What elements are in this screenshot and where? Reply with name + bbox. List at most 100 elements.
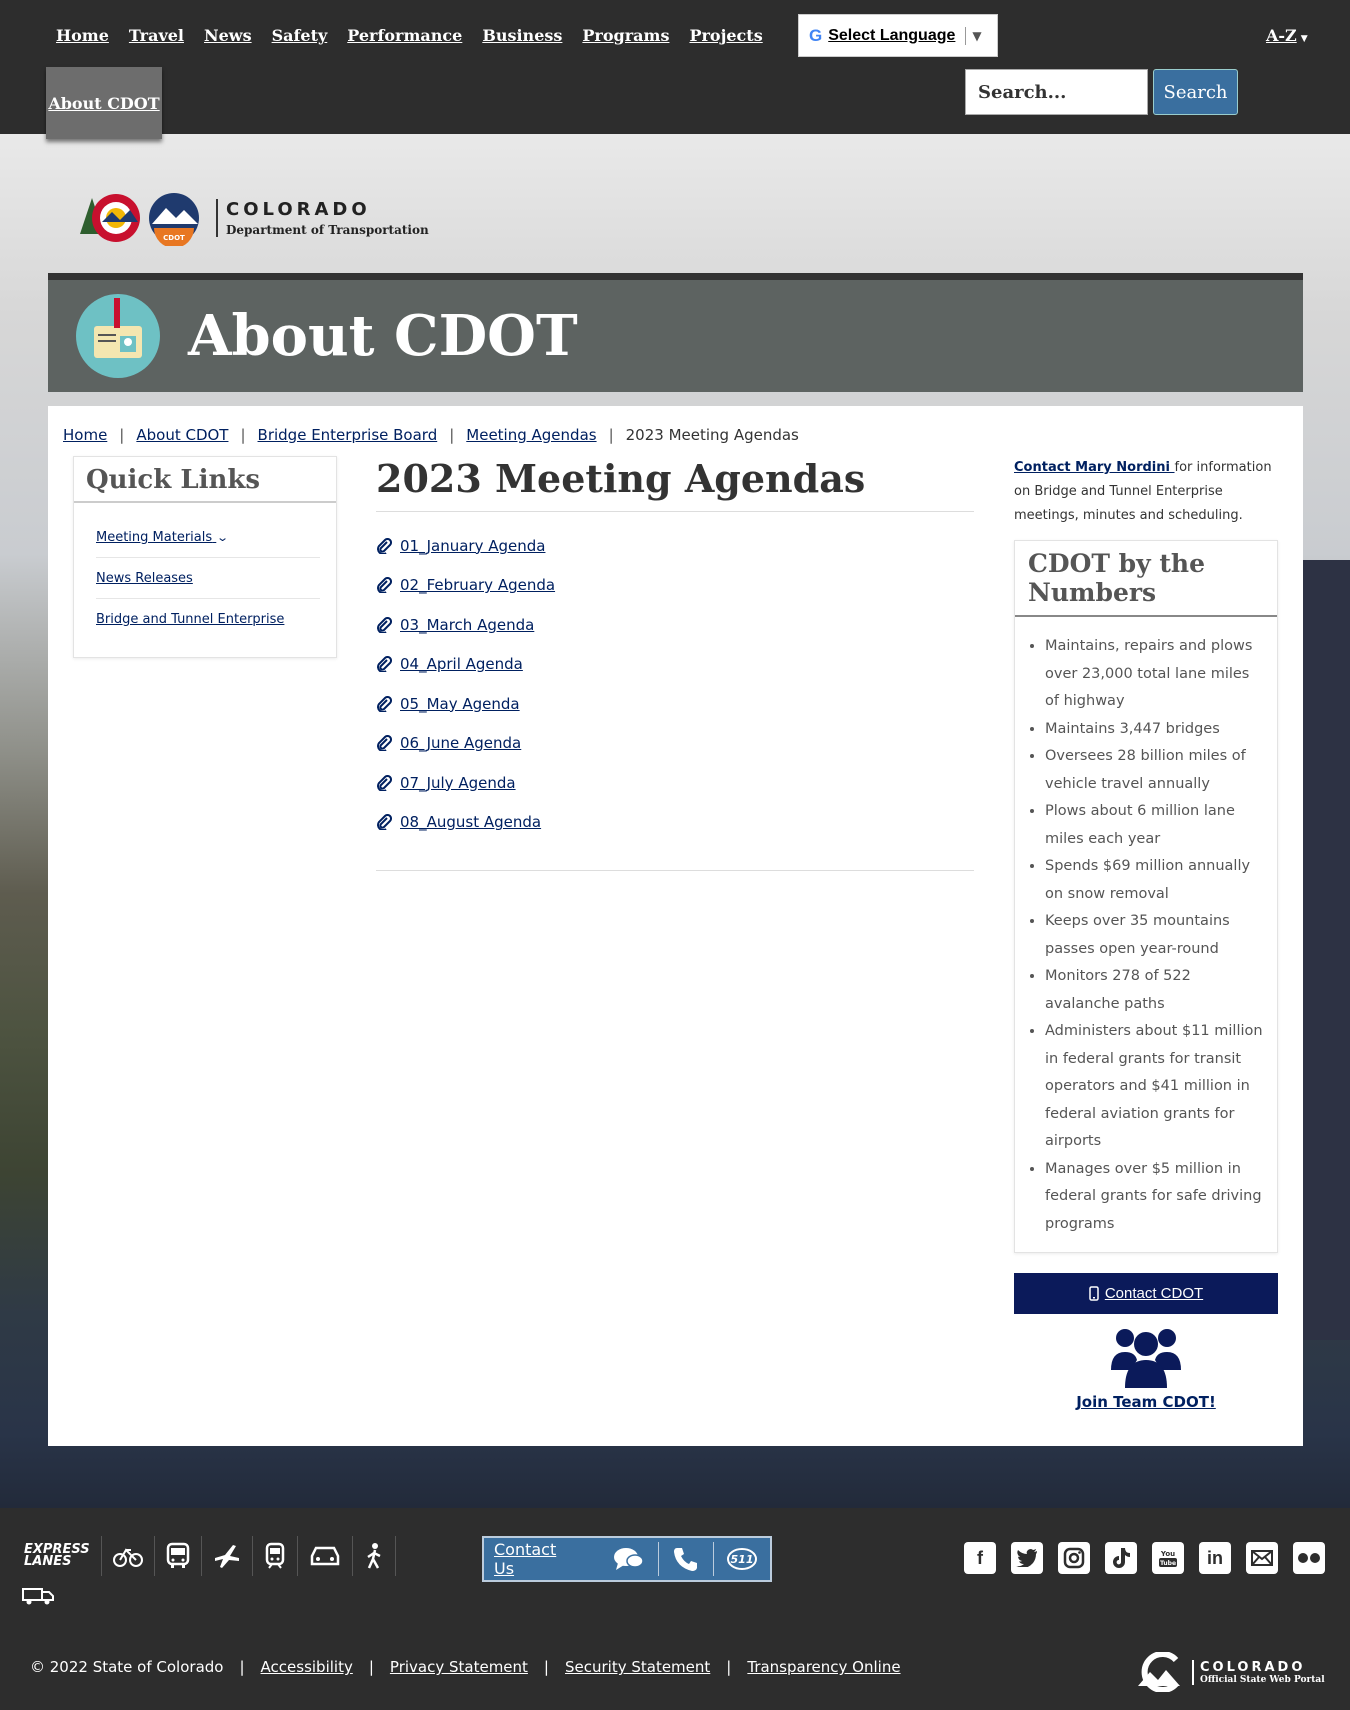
language-label[interactable]: Select Language (828, 27, 955, 45)
instagram-icon[interactable] (1058, 1542, 1090, 1574)
dropdown-arrow-icon[interactable]: ▼ (972, 29, 981, 43)
list-item: 05_May Agenda (376, 684, 974, 724)
paperclip-icon (377, 814, 392, 831)
logo-badge: CDOT (163, 234, 185, 242)
search-input[interactable] (965, 69, 1148, 115)
nav-performance[interactable]: Performance (347, 26, 462, 45)
top-navigation-bar: Home Travel News Safety Performance Busi… (0, 0, 1350, 139)
cdot-by-numbers-panel: CDOT by the Numbers Maintains, repairs a… (1014, 540, 1278, 1253)
page-banner: About CDOT (48, 273, 1303, 392)
airplane-icon[interactable] (202, 1536, 253, 1576)
tiktok-icon[interactable] (1105, 1542, 1137, 1574)
linkedin-icon[interactable]: in (1199, 1542, 1231, 1574)
nav-projects[interactable]: Projects (689, 26, 762, 45)
nav-travel[interactable]: Travel (129, 26, 184, 45)
join-team-cdot-link[interactable]: Join Team CDOT! (1076, 1393, 1216, 1411)
quick-link-news-releases[interactable]: News Releases (96, 571, 193, 586)
car-icon[interactable] (298, 1536, 353, 1576)
paperclip-icon (377, 695, 392, 712)
caret-down-icon: ▼ (1300, 34, 1308, 44)
contact-note: Contact Mary Nordini for information on … (1014, 456, 1278, 528)
quick-link-bridge-tunnel-enterprise[interactable]: Bridge and Tunnel Enterprise (96, 612, 284, 627)
transparency-online-link[interactable]: Transparency Online (747, 1658, 900, 1676)
quick-links-list: Meeting Materials ⌄ News Releases Bridge… (74, 503, 336, 639)
accessibility-link[interactable]: Accessibility (261, 1658, 353, 1676)
google-icon: G (809, 25, 823, 45)
twitter-icon[interactable] (1011, 1542, 1043, 1574)
list-item: 03_March Agenda (376, 605, 974, 645)
page-title: 2023 Meeting Agendas (376, 456, 974, 512)
contact-us-icons: 511 (600, 1542, 770, 1576)
agenda-link-march[interactable]: 03_March Agenda (400, 616, 534, 634)
search-button[interactable]: Search (1153, 69, 1238, 115)
agenda-link-june[interactable]: 06_June Agenda (400, 734, 521, 752)
bus-icon[interactable] (155, 1536, 202, 1576)
agenda-link-august[interactable]: 08_August Agenda (400, 813, 541, 831)
language-selector[interactable]: G Select Language ▼ (798, 14, 998, 57)
colorado-state-logo[interactable]: COLORADO Official State Web Portal (1136, 1652, 1325, 1692)
pedestrian-icon[interactable] (353, 1536, 396, 1576)
agenda-link-april[interactable]: 04_April Agenda (400, 655, 523, 673)
contact-cdot-button[interactable]: Contact CDOT (1014, 1273, 1278, 1314)
youtube-icon[interactable]: You Tube (1152, 1542, 1184, 1574)
people-group-icon[interactable] (1111, 1324, 1181, 1388)
svg-text:Tube: Tube (1160, 1560, 1176, 1567)
breadcrumb-separator: | (449, 426, 455, 444)
nav-programs[interactable]: Programs (582, 26, 669, 45)
list-item: 01_January Agenda (376, 526, 974, 566)
list-item: Oversees 28 billion miles of vehicle tra… (1045, 743, 1265, 798)
quick-link-label: Meeting Materials (96, 530, 213, 545)
phone-icon[interactable] (658, 1542, 713, 1576)
breadcrumb: Home | About CDOT | Bridge Enterprise Bo… (63, 426, 799, 444)
nav-safety[interactable]: Safety (272, 26, 328, 45)
legal-separator: | (726, 1658, 732, 1676)
lanes-label: LANES (24, 1554, 72, 1569)
nav-about-cdot[interactable]: About CDOT (48, 94, 159, 113)
contact-mary-nordini-link[interactable]: Contact Mary Nordini (1014, 460, 1175, 475)
breadcrumb-meeting-agendas[interactable]: Meeting Agendas (466, 426, 596, 444)
agenda-link-july[interactable]: 07_July Agenda (400, 774, 516, 792)
logo-main-text: COLORADO (226, 199, 371, 220)
security-statement-link[interactable]: Security Statement (565, 1658, 710, 1676)
list-item: News Releases (96, 558, 320, 599)
content-divider (376, 870, 974, 871)
agenda-list: 01_January Agenda 02_February Agenda 03_… (376, 526, 974, 842)
quick-links-title: Quick Links (74, 457, 336, 503)
nav-business[interactable]: Business (482, 26, 562, 45)
az-index-link[interactable]: A-Z ▼ (1266, 26, 1308, 45)
list-item: Meeting Materials ⌄ (96, 517, 320, 558)
quick-link-meeting-materials[interactable]: Meeting Materials ⌄ (96, 530, 229, 545)
privacy-statement-link[interactable]: Privacy Statement (390, 1658, 528, 1676)
nav-about-cdot-tab[interactable]: About CDOT (46, 67, 162, 139)
chevron-down-icon[interactable]: ⌄ (216, 531, 229, 544)
contact-us-link[interactable]: Contact Us (494, 1540, 576, 1578)
agenda-link-january[interactable]: 01_January Agenda (400, 537, 545, 555)
breadcrumb-bridge-enterprise-board[interactable]: Bridge Enterprise Board (258, 426, 438, 444)
breadcrumb-separator: | (608, 426, 614, 444)
email-subscribe-icon[interactable] (1246, 1542, 1278, 1574)
express-lanes-icon[interactable]: EXPRESS LANES (24, 1536, 102, 1576)
contact-cdot-label: Contact CDOT (1104, 1285, 1204, 1302)
chat-bubbles-icon[interactable] (600, 1542, 658, 1576)
facebook-icon[interactable]: f (964, 1542, 996, 1574)
list-item: Plows about 6 million lane miles each ye… (1045, 798, 1265, 853)
511-label: 511 (731, 1553, 754, 1566)
state-logo-main: COLORADO (1200, 1659, 1306, 1675)
numbers-title: CDOT by the Numbers (1015, 541, 1277, 617)
breadcrumb-about-cdot[interactable]: About CDOT (136, 426, 228, 444)
list-item: Keeps over 35 mountains passes open year… (1045, 908, 1265, 963)
bicycle-icon[interactable] (102, 1536, 155, 1576)
511-icon[interactable]: 511 (713, 1542, 770, 1576)
flickr-icon[interactable] (1293, 1542, 1325, 1574)
cdot-logo[interactable]: CDOT COLORADO Department of Transportati… (78, 190, 429, 246)
list-item: 06_June Agenda (376, 724, 974, 764)
truck-icon[interactable] (22, 1586, 54, 1610)
nav-home[interactable]: Home (56, 26, 109, 45)
agenda-link-february[interactable]: 02_February Agenda (400, 576, 555, 594)
mobile-phone-icon (1089, 1286, 1099, 1301)
agenda-link-may[interactable]: 05_May Agenda (400, 695, 520, 713)
paperclip-icon (377, 774, 392, 791)
breadcrumb-home[interactable]: Home (63, 426, 107, 444)
nav-news[interactable]: News (204, 26, 252, 45)
train-icon[interactable] (253, 1536, 298, 1576)
